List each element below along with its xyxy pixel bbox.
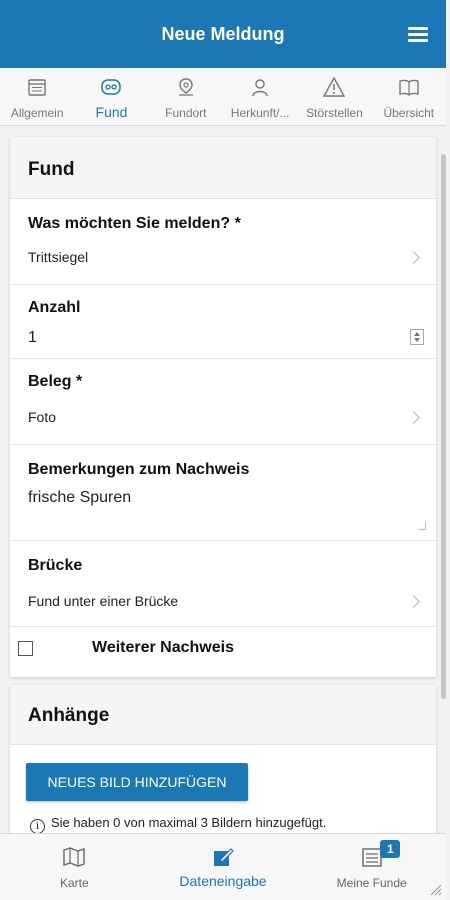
evidence-field[interactable]: Beleg * Foto [10, 359, 436, 445]
resize-handle-icon[interactable] [418, 522, 426, 530]
warning-icon [323, 76, 346, 97]
field-label: Beleg * [28, 373, 83, 390]
add-image-button[interactable]: NEUES BILD HINZUFÜGEN [26, 763, 248, 801]
location-pin-icon [178, 78, 193, 96]
nav-label: Meine Funde [336, 876, 407, 890]
bridge-field[interactable]: Brücke Fund unter einer Brücke [10, 541, 436, 627]
book-icon [399, 79, 419, 96]
checkbox-label: Weiterer Nachweis [92, 639, 234, 656]
nav-dateneingabe[interactable]: Dateneingabe [149, 834, 298, 900]
chevron-right-icon [407, 411, 420, 424]
tab-label: Störstellen [306, 106, 363, 120]
scrollbar[interactable] [441, 154, 446, 699]
tab-label: Fund [95, 104, 128, 120]
field-value: Foto [28, 409, 57, 425]
count-input[interactable]: 1 [28, 329, 37, 347]
info-icon: i [30, 819, 45, 833]
attachments-info: i Sie haben 0 von maximal 3 Bildern hinzu… [30, 815, 326, 833]
nav-meine-funde[interactable]: 1 Meine Funde [297, 834, 446, 900]
edit-icon [214, 848, 234, 866]
person-icon [252, 79, 268, 97]
calendar-icon [28, 79, 46, 96]
field-label: Was möchten Sie melden? * [28, 215, 241, 232]
nav-karte[interactable]: Karte [0, 834, 149, 900]
bottom-nav: Karte Dateneingabe 1 Meine Funde [0, 833, 446, 900]
nav-label: Karte [59, 876, 89, 890]
app-header: Neue Meldung [0, 0, 446, 68]
additional-evidence-row: Weiterer Nachweis [10, 635, 436, 675]
what-to-report-field[interactable]: Was möchten Sie melden? * Trittsiegel [10, 199, 436, 285]
tab-bar: Allgemein Fund Fundort Herkunft/... Stör… [0, 68, 446, 126]
content-area[interactable]: Fund Was möchten Sie melden? * Trittsieg… [0, 127, 446, 833]
count-badge: 1 [380, 840, 401, 858]
resize-grip-icon[interactable] [428, 882, 442, 896]
count-field: Anzahl 1 [10, 285, 436, 359]
fund-heading: Fund [10, 137, 436, 199]
tab-fundort[interactable]: Fundort [149, 68, 223, 125]
chevron-right-icon [407, 595, 420, 608]
map-icon [63, 847, 86, 867]
tab-stoerstellen[interactable]: Störstellen [297, 68, 371, 125]
info-text: Sie haben 0 von maximal 3 Bildern hinzug… [51, 815, 327, 830]
tab-label: Herkunft/... [230, 106, 290, 120]
page-title: Neue Meldung [161, 24, 285, 44]
attachments-card: Anhänge NEUES BILD HINZUFÜGEN i Sie haben… [10, 685, 436, 833]
field-label: Brücke [28, 557, 83, 574]
field-label: Bemerkungen zum Nachweis [28, 461, 250, 478]
quantity-stepper[interactable] [410, 329, 424, 345]
hamburger-menu-icon[interactable] [406, 25, 430, 43]
tab-uebersicht[interactable]: Übersicht [372, 68, 446, 125]
chevron-right-icon [407, 251, 420, 264]
paw-icon [101, 79, 122, 95]
tab-fund[interactable]: Fund [74, 68, 148, 125]
tab-allgemein[interactable]: Allgemein [0, 68, 74, 125]
tab-label: Übersicht [383, 106, 435, 120]
field-value: Fund unter einer Brücke [28, 593, 179, 609]
remarks-field: Bemerkungen zum Nachweis frische Spuren [10, 445, 436, 541]
attachments-heading: Anhänge [10, 685, 436, 745]
field-value: Trittsiegel [28, 249, 89, 265]
tab-label: Allgemein [10, 106, 64, 120]
nav-label: Dateneingabe [179, 873, 267, 889]
additional-evidence-checkbox[interactable] [18, 641, 33, 656]
tab-herkunft[interactable]: Herkunft/... [223, 68, 297, 125]
remarks-textarea[interactable]: frische Spuren [28, 489, 131, 507]
tab-label: Fundort [165, 106, 207, 120]
field-label: Anzahl [28, 299, 81, 316]
fund-card: Fund Was möchten Sie melden? * Trittsieg… [10, 137, 436, 677]
